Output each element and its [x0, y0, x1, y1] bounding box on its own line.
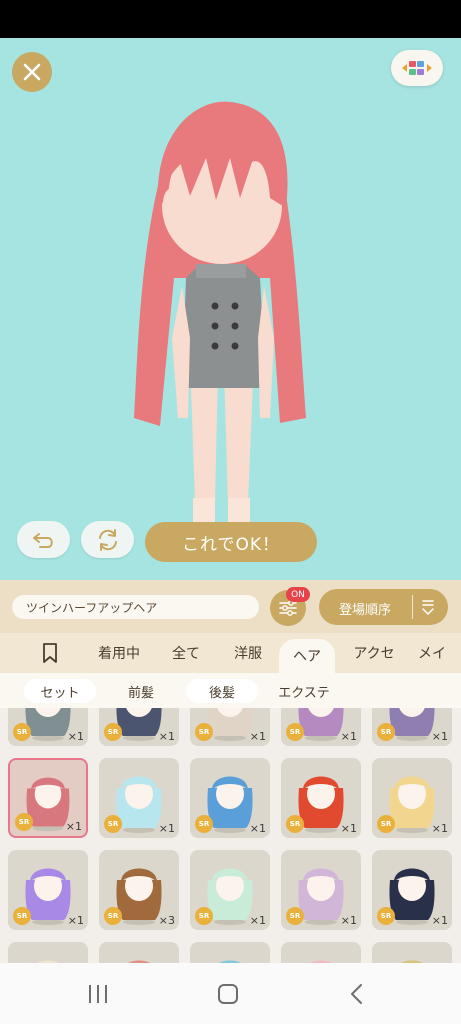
item-cell[interactable]	[190, 942, 270, 963]
recent-apps-icon[interactable]	[86, 983, 110, 1005]
subtab-back-hair[interactable]: 後髪	[186, 679, 258, 703]
item-count: ×1	[340, 822, 357, 835]
item-cell[interactable]: SR ×1	[281, 708, 361, 746]
tab-bookmark[interactable]	[30, 633, 70, 673]
home-icon[interactable]	[216, 983, 240, 1005]
rarity-badge: SR	[377, 907, 395, 925]
subtab-bangs[interactable]: 前髪	[106, 679, 176, 703]
item-count: ×3	[158, 914, 175, 927]
palette-icon	[402, 61, 432, 75]
item-count: ×1	[431, 730, 448, 743]
item-cell[interactable]	[281, 942, 361, 963]
item-cell[interactable]: SR ×1	[8, 758, 88, 838]
item-cell[interactable]: SR ×1	[372, 758, 452, 838]
bookmark-icon	[43, 643, 57, 663]
rarity-badge: SR	[377, 815, 395, 833]
item-count: ×1	[65, 820, 82, 833]
item-cell[interactable]: SR ×1	[281, 850, 361, 930]
hair-thumbnail	[219, 960, 241, 963]
avatar-character	[134, 101, 306, 556]
tab-accessory[interactable]: アクセ	[344, 633, 404, 673]
item-cell[interactable]: SR ×1	[8, 708, 88, 746]
item-cell[interactable]: SR ×1	[190, 708, 270, 746]
subtab-set[interactable]: セット	[24, 679, 96, 703]
item-count: ×1	[158, 822, 175, 835]
refresh-icon	[98, 528, 117, 551]
confirm-button[interactable]: これでOK！	[145, 522, 317, 562]
item-count: ×1	[67, 914, 84, 927]
hair-thumbnail	[37, 960, 59, 963]
color-palette-button[interactable]	[391, 50, 443, 86]
rarity-badge: SR	[195, 723, 213, 741]
sort-direction-icon[interactable]	[421, 598, 435, 616]
item-cell[interactable]	[99, 942, 179, 963]
sort-label: 登場順序	[339, 603, 392, 618]
item-count: ×1	[158, 730, 175, 743]
item-count: ×1	[67, 730, 84, 743]
item-cell[interactable]: SR ×1	[99, 708, 179, 746]
rarity-badge: SR	[13, 723, 31, 741]
rarity-badge: SR	[104, 907, 122, 925]
item-count: ×1	[431, 914, 448, 927]
item-count: ×1	[249, 914, 266, 927]
undo-icon	[32, 532, 53, 548]
rarity-badge: SR	[286, 907, 304, 925]
hair-thumbnail	[128, 960, 150, 963]
rarity-badge: SR	[286, 815, 304, 833]
item-cell[interactable]: SR ×1	[99, 758, 179, 838]
subtab-extensions[interactable]: エクステ	[266, 679, 342, 703]
undo-button[interactable]	[17, 521, 70, 558]
sort-order-button[interactable]: 登場順序	[319, 589, 448, 625]
item-cell[interactable]: SR ×1	[281, 758, 361, 838]
item-count: ×1	[340, 730, 357, 743]
rarity-badge: SR	[104, 815, 122, 833]
selected-item-name: ツインハーフアップヘア	[12, 595, 259, 619]
rarity-badge: SR	[104, 723, 122, 741]
close-button[interactable]	[12, 52, 52, 92]
item-count: ×1	[249, 822, 266, 835]
item-count: ×1	[431, 822, 448, 835]
status-bar	[0, 0, 461, 38]
avatar-stage: これでOK！	[0, 38, 461, 580]
category-tabs: 着用中 全て 洋服 ヘア アクセ メイ	[0, 633, 461, 673]
rarity-badge: SR	[286, 723, 304, 741]
tab-makeup[interactable]: メイ	[418, 633, 461, 673]
tab-all[interactable]: 全て	[160, 633, 212, 673]
item-cell[interactable]	[372, 942, 452, 963]
item-toolbar: ツインハーフアップヘア ON 登場順序	[0, 580, 461, 633]
item-count: ×1	[340, 914, 357, 927]
system-nav-bar	[0, 963, 461, 1024]
item-cell[interactable]: SR ×1	[190, 850, 270, 930]
hair-subtabs: セット 前髪 後髪 エクステ	[0, 673, 461, 708]
item-cell[interactable]	[8, 942, 88, 963]
rarity-badge: SR	[377, 723, 395, 741]
close-icon	[23, 63, 41, 81]
tab-wearing[interactable]: 着用中	[88, 633, 150, 673]
tab-hair[interactable]: ヘア	[279, 639, 335, 673]
rarity-badge: SR	[195, 815, 213, 833]
reset-button[interactable]	[81, 521, 134, 558]
item-grid: SR ×1 SR ×1 SR ×1 SR ×1 SR ×1 SR ×1 SR ×1 SR ×1 SR ×1 SR ×1…	[0, 708, 461, 963]
item-cell[interactable]: SR ×1	[372, 850, 452, 930]
item-cell[interactable]: SR ×1	[8, 850, 88, 930]
item-cell[interactable]: SR ×3	[99, 850, 179, 930]
rarity-badge: SR	[195, 907, 213, 925]
filter-on-badge: ON	[286, 587, 310, 602]
rarity-badge: SR	[13, 907, 31, 925]
tab-clothes[interactable]: 洋服	[222, 633, 274, 673]
rarity-badge: SR	[15, 813, 33, 831]
item-count: ×1	[249, 730, 266, 743]
item-cell[interactable]: SR ×1	[372, 708, 452, 746]
hair-thumbnail	[310, 960, 332, 963]
back-icon[interactable]	[347, 983, 367, 1005]
sort-divider	[412, 595, 413, 619]
item-cell[interactable]: SR ×1	[190, 758, 270, 838]
hair-thumbnail	[401, 960, 423, 963]
